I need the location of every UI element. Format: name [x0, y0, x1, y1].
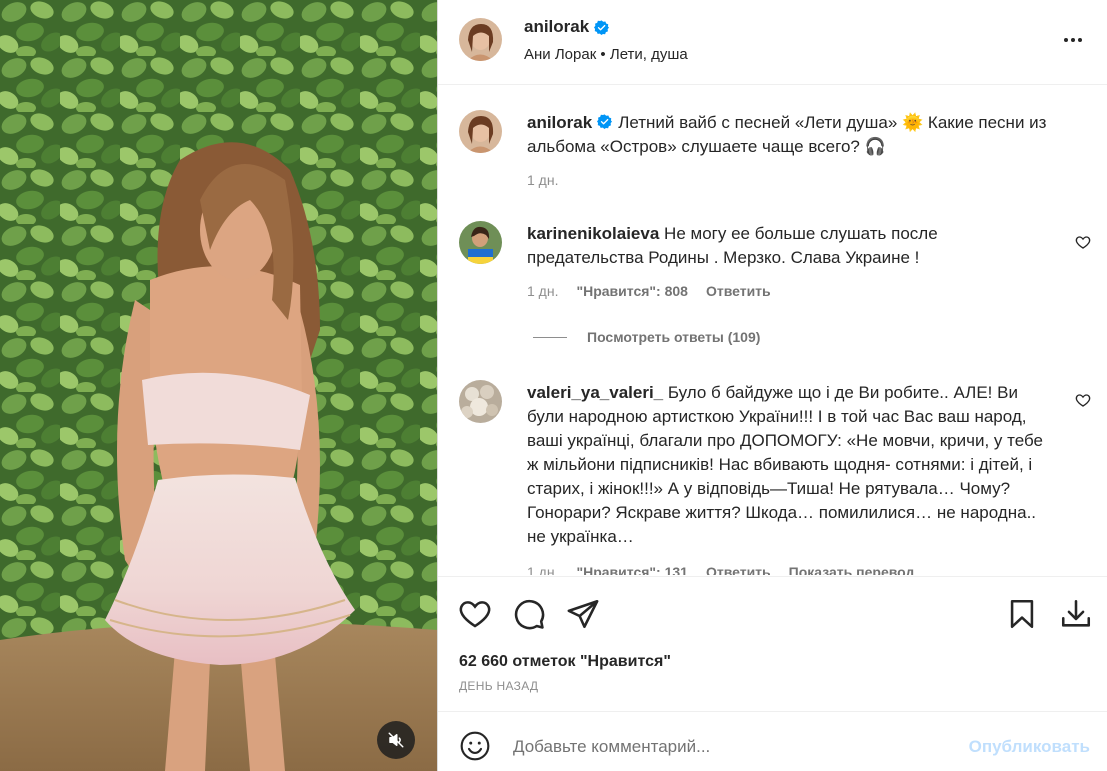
post-actions: 62 660 отметок "Нравится" ДЕНЬ НАЗАД: [438, 576, 1107, 711]
translate-button[interactable]: Показать перевод: [789, 564, 915, 575]
verified-badge-icon: [597, 114, 613, 129]
replies-line: [533, 336, 567, 338]
verified-badge-icon: [594, 19, 610, 35]
more-horizontal-icon[interactable]: [1061, 28, 1085, 52]
comment-likes[interactable]: "Нравится": 808: [576, 283, 687, 299]
reply-button[interactable]: Ответить: [706, 283, 771, 299]
audio-subtitle[interactable]: Ани Лорак • Лети, душа: [524, 46, 688, 63]
comment-likes[interactable]: "Нравится": 131: [576, 564, 687, 575]
comment-composer: Опубликовать: [438, 711, 1107, 771]
comment-time[interactable]: 1 дн.: [527, 564, 558, 575]
author-username-text[interactable]: anilorak: [524, 17, 589, 37]
post-details-panel: anilorak Ани Лорак • Лети, душа anilorak: [438, 0, 1107, 771]
comment-username[interactable]: karinenikolaieva: [527, 224, 659, 243]
caption-meta: 1 дн.: [527, 172, 558, 188]
comment-time[interactable]: 1 дн.: [527, 283, 558, 299]
comment-like-heart-icon[interactable]: [1075, 392, 1091, 408]
reply-button[interactable]: Ответить: [706, 564, 771, 575]
author-username[interactable]: anilorak: [524, 17, 610, 37]
comments-list[interactable]: anilorak Летний вайб с песней «Лети душа…: [438, 86, 1107, 575]
comment-meta: 1 дн. "Нравится": 808 Ответить: [527, 283, 771, 299]
post-media[interactable]: [0, 0, 437, 771]
download-icon[interactable]: [1059, 597, 1093, 631]
paper-plane-icon[interactable]: [566, 597, 600, 631]
comment-input[interactable]: [513, 732, 943, 762]
comment-body: karinenikolaieva Не могу ее больше слуша…: [527, 222, 1057, 270]
comment-meta: 1 дн. "Нравится": 131 Ответить Показать …: [527, 564, 914, 575]
author-avatar[interactable]: [459, 18, 502, 61]
comment-text: Було б байдуже що і де Ви робите.. АЛЕ! …: [527, 383, 1043, 546]
mute-button[interactable]: [377, 721, 415, 759]
comment-icon[interactable]: [512, 597, 546, 631]
comment-username[interactable]: valeri_ya_valeri_: [527, 383, 663, 402]
post-header: anilorak Ани Лорак • Лети, душа: [438, 0, 1107, 85]
bookmark-icon[interactable]: [1005, 597, 1039, 631]
comment-like-heart-icon[interactable]: [1075, 234, 1091, 250]
caption-avatar[interactable]: [459, 110, 502, 153]
comment-avatar[interactable]: [459, 380, 502, 423]
view-replies-button[interactable]: Посмотреть ответы (109): [533, 329, 760, 345]
smiley-icon[interactable]: [459, 730, 491, 762]
likes-count[interactable]: 62 660 отметок "Нравится": [459, 653, 671, 671]
view-replies-label[interactable]: Посмотреть ответы (109): [587, 329, 760, 345]
speaker-muted-icon: [388, 732, 404, 748]
comment-avatar[interactable]: [459, 221, 502, 264]
caption-username[interactable]: anilorak: [527, 113, 592, 132]
post-video-frame: [0, 0, 437, 771]
caption-body: anilorak Летний вайб с песней «Лети душа…: [527, 111, 1057, 159]
post-date[interactable]: ДЕНЬ НАЗАД: [459, 679, 538, 693]
comment-body: valeri_ya_valeri_ Було б байдуже що і де…: [527, 381, 1057, 549]
caption-time[interactable]: 1 дн.: [527, 172, 558, 188]
publish-button[interactable]: Опубликовать: [969, 737, 1090, 757]
heart-icon[interactable]: [458, 597, 492, 631]
